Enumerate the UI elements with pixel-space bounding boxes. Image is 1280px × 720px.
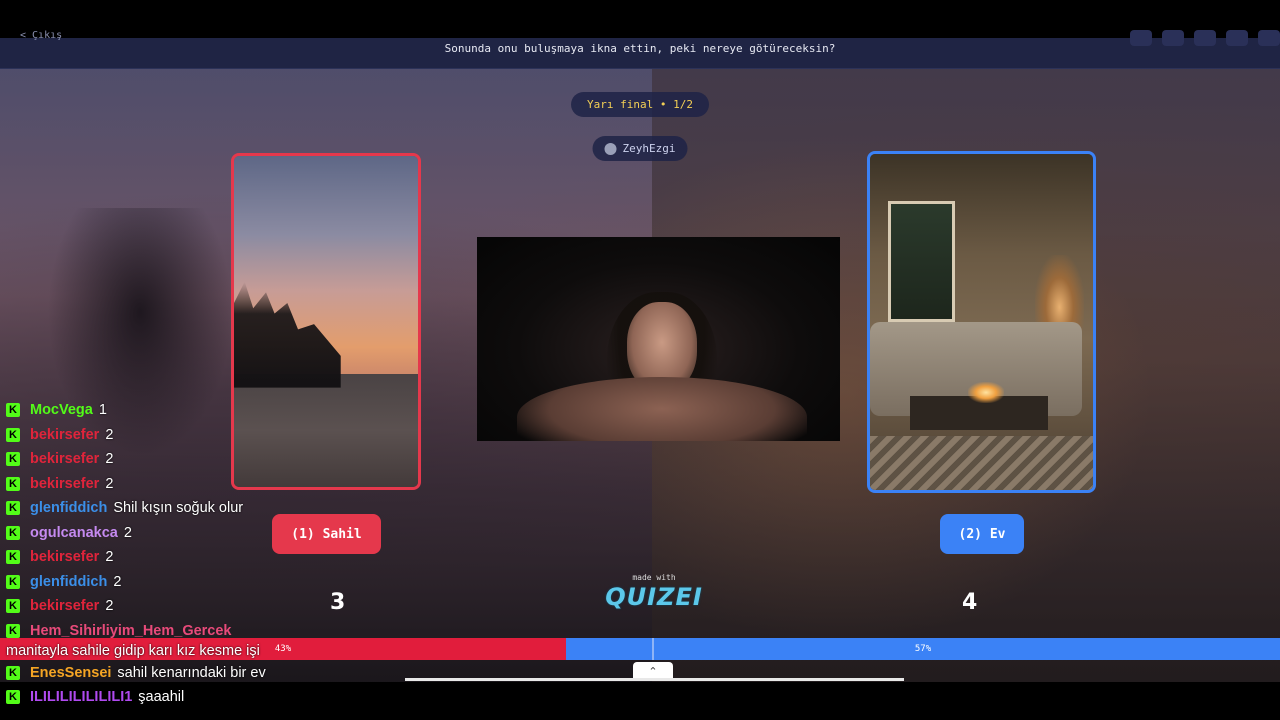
chat-text: 2 <box>105 451 114 468</box>
chat-text: 2 <box>113 573 122 590</box>
header-toolbar <box>1130 30 1280 46</box>
chat-text: manitayla sahile gidip karı kız kesme iş… <box>6 642 260 659</box>
kick-badge-icon: K <box>6 574 20 589</box>
candles-image <box>968 382 1004 403</box>
chat-message: K ILILILILILILILI1 şaaahil <box>6 685 486 710</box>
webcam-person-shoulders <box>517 377 807 441</box>
settings-icon[interactable] <box>1130 30 1152 46</box>
chat-message: K MocVega 1 <box>6 398 486 423</box>
exit-link[interactable]: < Çıkış <box>20 30 62 41</box>
chat-message: K bekirsefer 2 <box>6 447 486 472</box>
kick-badge-icon: K <box>6 452 20 467</box>
rug-image <box>870 436 1093 490</box>
chat-message: K bekirsefer 2 <box>6 594 486 619</box>
creator-badge[interactable]: ZeyhEzgi <box>592 136 688 161</box>
chat-message: K Hem_Sihirliyim_Hem_Gercek manitayla sa… <box>6 619 466 661</box>
chat-username: glenfiddich <box>30 573 108 590</box>
vote-bar-center-marker <box>652 638 654 660</box>
room-window-image <box>887 201 955 322</box>
chat-text: 2 <box>105 598 114 615</box>
round-badge: Yarı final • 1/2 <box>571 92 709 117</box>
chat-username: MocVega <box>30 402 93 419</box>
chat-message: K glenfiddich Shil kışın soğuk olur <box>6 496 486 521</box>
chat-username: bekirsefer <box>30 426 100 443</box>
chat-username: bekirsefer <box>30 451 100 468</box>
chat-message: K bekirsefer 2 <box>6 423 486 448</box>
kick-badge-icon: K <box>6 550 20 565</box>
kick-badge-icon: K <box>6 690 20 705</box>
kick-badge-icon: K <box>6 599 20 614</box>
vote-count-ev: 4 <box>962 590 978 615</box>
chat-text: 2 <box>105 475 114 492</box>
chat-username: Hem_Sihirliyim_Hem_Gercek <box>30 622 232 639</box>
kick-badge-icon: K <box>6 525 20 540</box>
sound-icon[interactable] <box>1194 30 1216 46</box>
chat-username: bekirsefer <box>30 549 100 566</box>
kick-badge-icon: K <box>6 665 20 680</box>
chat-text: 1 <box>98 402 107 419</box>
chat-username: glenfiddich <box>30 500 108 517</box>
chat-text: 2 <box>105 549 114 566</box>
choice-card-ev[interactable] <box>867 151 1096 493</box>
chat-username: bekirsefer <box>30 598 100 615</box>
chat-text: 2 <box>123 524 132 541</box>
made-with-label: made with <box>632 573 676 582</box>
chat-text: sahil kenarındaki bir ev <box>117 664 266 681</box>
kick-badge-icon: K <box>6 403 20 418</box>
share-icon[interactable] <box>1162 30 1184 46</box>
kick-badge-icon: K <box>6 501 20 516</box>
streamer-webcam <box>477 237 840 441</box>
chat-username: ILILILILILILILI1 <box>30 689 133 706</box>
kick-badge-icon: K <box>6 623 20 638</box>
avatar <box>604 142 617 155</box>
choice-button-ev[interactable]: (2) Ev <box>940 514 1024 554</box>
question-text: Sonunda onu buluşmaya ikna ettin, peki n… <box>444 42 836 55</box>
kick-badge-icon: K <box>6 476 20 491</box>
chat-overlay: K MocVega 1 K bekirsefer 2 K bekirsefer … <box>6 398 486 710</box>
kick-badge-icon: K <box>6 427 20 442</box>
menu-icon[interactable] <box>1258 30 1280 46</box>
chat-message: K bekirsefer 2 <box>6 545 486 570</box>
vote-percent-ev: 57% <box>914 644 932 654</box>
chat-text: Shil kışın soğuk olur <box>113 500 244 517</box>
fullscreen-icon[interactable] <box>1226 30 1248 46</box>
chat-username: EnesSensei <box>30 664 112 681</box>
chat-username: bekirsefer <box>30 475 100 492</box>
chat-username: ogulcanakca <box>30 524 118 541</box>
quizei-logo[interactable]: QUIZEI <box>598 583 710 611</box>
chat-text: 2 <box>105 426 114 443</box>
chat-message: K glenfiddich 2 <box>6 570 486 595</box>
chat-message: K bekirsefer 2 <box>6 472 486 497</box>
creator-name: ZeyhEzgi <box>622 142 676 155</box>
top-letterbox <box>0 0 1280 38</box>
vote-bar-ev: 57% <box>566 638 1280 660</box>
chat-text: şaaahil <box>138 689 185 706</box>
chat-message: K ogulcanakca 2 <box>6 521 486 546</box>
chat-message: K EnesSensei sahil kenarındaki bir ev <box>6 661 486 686</box>
